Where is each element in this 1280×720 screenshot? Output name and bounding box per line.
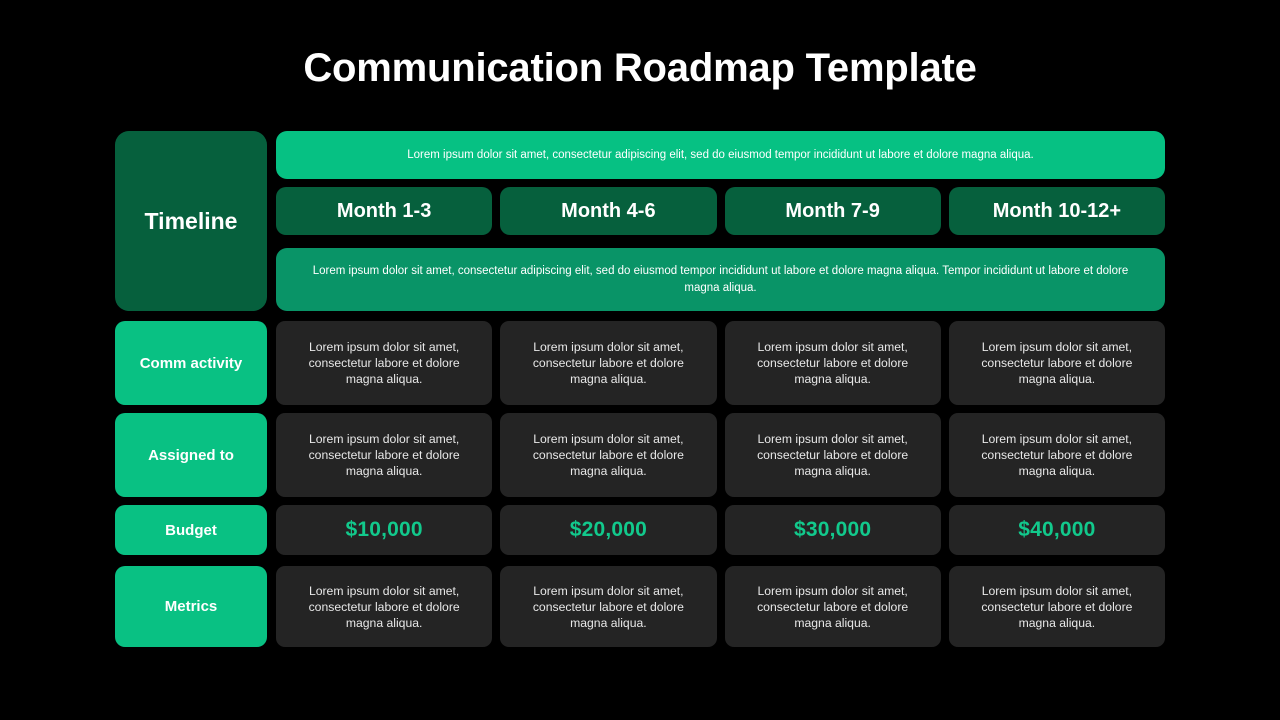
row-label-timeline-text: Timeline	[144, 207, 238, 234]
month-chip-1-label: Month 1-3	[336, 199, 432, 222]
cell-comm-activity-4[interactable]: Lorem ipsum dolor sit amet, consectetur …	[948, 321, 1165, 405]
cell-metrics-3[interactable]: Lorem ipsum dolor sit amet, consectetur …	[724, 566, 941, 647]
row-label-metrics-text: Metrics	[164, 598, 218, 615]
cell-budget-4[interactable]: $40,000	[948, 505, 1165, 555]
table-row-assigned-to: Lorem ipsum dolor sit amet, consectetur …	[276, 413, 1165, 497]
cell-metrics-4[interactable]: Lorem ipsum dolor sit amet, consectetur …	[948, 566, 1165, 647]
cell-text: $10,000	[345, 518, 423, 541]
month-chip-2-label: Month 4-6	[561, 199, 656, 222]
cell-budget-1[interactable]: $10,000	[276, 505, 493, 555]
cell-budget-2[interactable]: $20,000	[500, 505, 717, 555]
cell-text: Lorem ipsum dolor sit amet, consectetur …	[981, 432, 1133, 478]
table-row-metrics: Lorem ipsum dolor sit amet, consectetur …	[276, 566, 1165, 647]
cell-text: Lorem ipsum dolor sit amet, consectetur …	[757, 583, 909, 630]
month-chip-3-label: Month 7-9	[785, 199, 880, 222]
cell-text: Lorem ipsum dolor sit amet, consectetur …	[532, 583, 684, 630]
cell-text: Lorem ipsum dolor sit amet, consectetur …	[757, 432, 909, 478]
cell-comm-activity-3[interactable]: Lorem ipsum dolor sit amet, consectetur …	[724, 321, 941, 405]
month-chip-1[interactable]: Month 1-3	[276, 187, 493, 235]
cell-text: Lorem ipsum dolor sit amet, consectetur …	[308, 583, 460, 630]
row-label-metrics[interactable]: Metrics	[115, 566, 267, 647]
page-title: Communication Roadmap Template	[303, 46, 977, 90]
row-label-column: Timeline Comm activity Assigned to Budge…	[115, 131, 267, 647]
cell-text: Lorem ipsum dolor sit amet, consectetur …	[308, 432, 460, 478]
cell-text: $20,000	[569, 518, 648, 541]
cell-comm-activity-2[interactable]: Lorem ipsum dolor sit amet, consectetur …	[500, 321, 717, 405]
cell-assigned-to-1[interactable]: Lorem ipsum dolor sit amet, consectetur …	[276, 413, 493, 497]
roadmap-grid: Timeline Comm activity Assigned to Budge…	[115, 131, 1165, 647]
timeline-banner-top-text: Lorem ipsum dolor sit amet, consectetur …	[407, 148, 1034, 161]
cell-assigned-to-3[interactable]: Lorem ipsum dolor sit amet, consectetur …	[724, 413, 941, 497]
table-row-comm-activity: Lorem ipsum dolor sit amet, consectetur …	[276, 321, 1165, 405]
row-label-budget-text: Budget	[165, 521, 217, 539]
cell-budget-3[interactable]: $30,000	[724, 505, 941, 555]
cell-metrics-2[interactable]: Lorem ipsum dolor sit amet, consectetur …	[500, 566, 717, 647]
row-label-comm-activity-text: Comm activity	[139, 354, 243, 372]
row-label-timeline[interactable]: Timeline	[115, 131, 267, 311]
cell-comm-activity-1[interactable]: Lorem ipsum dolor sit amet, consectetur …	[276, 321, 493, 405]
month-chip-2[interactable]: Month 4-6	[500, 187, 717, 235]
row-label-assigned-to-text: Assigned to	[148, 446, 234, 464]
cell-text: $40,000	[1018, 518, 1096, 541]
timeline-banner-top[interactable]: Lorem ipsum dolor sit amet, consectetur …	[276, 131, 1165, 179]
month-chip-4[interactable]: Month 10-12+	[948, 187, 1165, 235]
cell-text: $30,000	[793, 518, 872, 541]
cell-text: Lorem ipsum dolor sit amet, consectetur …	[532, 432, 684, 478]
cell-text: Lorem ipsum dolor sit amet, consectetur …	[532, 340, 684, 386]
cell-text: Lorem ipsum dolor sit amet, consectetur …	[757, 340, 909, 386]
month-chip-3[interactable]: Month 7-9	[724, 187, 941, 235]
timeline-block: Lorem ipsum dolor sit amet, consectetur …	[276, 131, 1165, 311]
roadmap-content-column: Lorem ipsum dolor sit amet, consectetur …	[276, 131, 1165, 647]
row-label-assigned-to[interactable]: Assigned to	[115, 413, 267, 497]
row-label-comm-activity[interactable]: Comm activity	[115, 321, 267, 405]
cell-text: Lorem ipsum dolor sit amet, consectetur …	[981, 583, 1133, 630]
timeline-banner-bottom[interactable]: Lorem ipsum dolor sit amet, consectetur …	[276, 248, 1165, 311]
cell-assigned-to-2[interactable]: Lorem ipsum dolor sit amet, consectetur …	[500, 413, 717, 497]
cell-metrics-1[interactable]: Lorem ipsum dolor sit amet, consectetur …	[276, 566, 493, 647]
cell-text: Lorem ipsum dolor sit amet, consectetur …	[981, 340, 1133, 386]
row-label-budget[interactable]: Budget	[115, 505, 267, 555]
cell-text: Lorem ipsum dolor sit amet, consectetur …	[308, 340, 460, 386]
month-chip-4-label: Month 10-12+	[992, 199, 1122, 222]
table-row-budget: $10,000 $20,000 $30,000 $40,000	[276, 505, 1165, 555]
timeline-banner-bottom-text: Lorem ipsum dolor sit amet, consectetur …	[312, 264, 1129, 294]
timeline-months-row: Month 1-3 Month 4-6 Month 7-9 Month 10-1…	[276, 187, 1165, 235]
cell-assigned-to-4[interactable]: Lorem ipsum dolor sit amet, consectetur …	[948, 413, 1165, 497]
